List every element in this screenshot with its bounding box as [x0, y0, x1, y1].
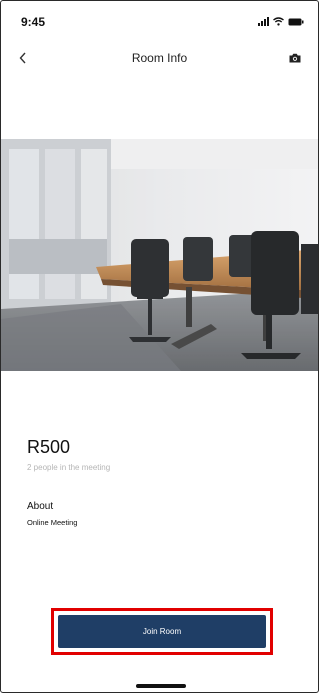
phone-screen: 9:45 Room Info R500 2 people in the meet… [0, 0, 319, 693]
wifi-icon [273, 17, 284, 26]
participant-count: 2 people in the meeting [27, 463, 111, 472]
about-heading: About [27, 501, 54, 512]
home-indicator[interactable] [136, 684, 186, 688]
status-bar: 9:45 [1, 1, 318, 41]
camera-button[interactable] [286, 49, 304, 67]
page-title: Room Info [131, 51, 188, 65]
status-icons [258, 17, 304, 26]
nav-header: Room Info [1, 41, 318, 77]
camera-icon [289, 53, 301, 63]
join-room-button[interactable]: Join Room [58, 615, 266, 648]
room-price: R500 [27, 437, 71, 457]
status-time: 9:45 [21, 15, 46, 29]
battery-icon [288, 18, 304, 26]
room-photo [1, 139, 318, 371]
signal-icon [258, 17, 269, 26]
about-description: Online Meeting [27, 518, 78, 527]
